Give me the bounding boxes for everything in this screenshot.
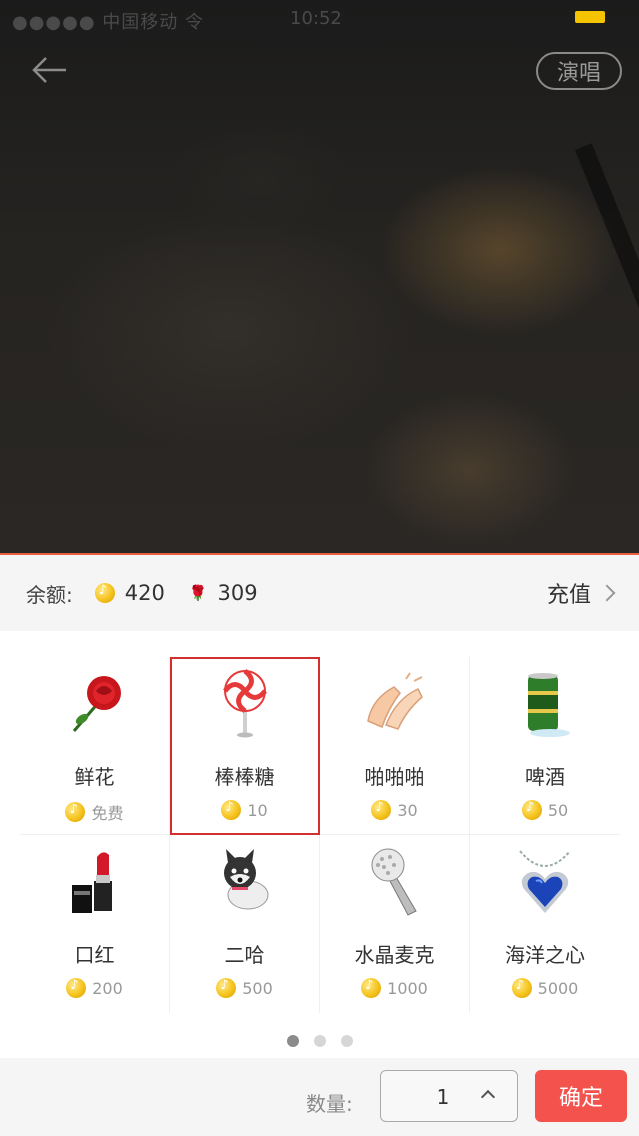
confirm-button[interactable]: 确定 bbox=[535, 1070, 627, 1122]
gift-name: 啪啪啪 bbox=[364, 765, 425, 789]
gift-item[interactable]: 水晶麦克 1000 bbox=[320, 835, 470, 1013]
gift-item[interactable]: 海洋之心 5000 bbox=[470, 835, 620, 1013]
gift-name: 棒棒糖 bbox=[214, 765, 275, 789]
gift-item[interactable]: 啤酒 50 bbox=[470, 657, 620, 835]
gift-price-value: 50 bbox=[547, 800, 569, 820]
page-dot[interactable] bbox=[313, 1035, 326, 1047]
action-bar: 数量: 1 确定 bbox=[0, 1058, 639, 1136]
lipstick-icon bbox=[60, 847, 130, 917]
quantity-stepper[interactable]: 1 bbox=[380, 1070, 518, 1122]
recharge-label: 充值 bbox=[546, 583, 591, 608]
gift-item[interactable]: 口红 200 bbox=[20, 835, 170, 1013]
gift-price-value: 5000 bbox=[537, 978, 579, 998]
coin-icon bbox=[511, 978, 532, 998]
flower-balance: 309 bbox=[217, 581, 258, 605]
photo-decoration bbox=[575, 143, 639, 540]
balance-label: 余额: bbox=[26, 582, 73, 607]
gift-name: 二哈 bbox=[224, 943, 265, 967]
gift-grid: 鲜花 免费 棒棒糖 10 bbox=[20, 657, 620, 1013]
gift-price: 免费 bbox=[65, 800, 124, 824]
gift-item[interactable]: 二哈 500 bbox=[170, 835, 320, 1013]
gift-name: 海洋之心 bbox=[505, 943, 585, 967]
quantity-label: 数量: bbox=[306, 1092, 353, 1116]
coin-icon bbox=[94, 583, 115, 603]
recharge-button[interactable]: 充值 bbox=[546, 577, 616, 609]
gift-price-value: 1000 bbox=[387, 978, 428, 998]
coin-icon bbox=[65, 802, 86, 822]
heart-necklace-icon bbox=[510, 847, 580, 917]
chevron-right-icon bbox=[598, 584, 616, 602]
gift-item[interactable]: 啪啪啪 30 bbox=[320, 657, 470, 835]
coin-icon bbox=[361, 978, 382, 998]
coin-icon bbox=[221, 800, 242, 820]
sing-button[interactable]: 演唱 bbox=[536, 52, 622, 90]
back-button[interactable] bbox=[28, 52, 72, 88]
gift-price: 30 bbox=[371, 800, 418, 820]
gift-price: 50 bbox=[521, 800, 569, 820]
husky-dog-icon bbox=[210, 847, 280, 917]
background-photo: ●●●●● 中国移动 令 10:52 演唱 bbox=[0, 0, 639, 553]
gift-price: 200 bbox=[66, 978, 123, 998]
balance-bar: 余额: 420 🌹 309 充值 bbox=[0, 555, 639, 631]
status-time: 10:52 bbox=[290, 8, 342, 29]
gift-name: 鲜花 bbox=[74, 765, 115, 789]
carrier-text: ●●●●● 中国移动 令 bbox=[12, 12, 204, 33]
page-indicator bbox=[0, 1035, 639, 1047]
beer-can-icon bbox=[510, 669, 580, 739]
gift-panel: 余额: 420 🌹 309 充值 鲜花 免费 bbox=[0, 553, 639, 1136]
gift-price-value: 30 bbox=[397, 800, 418, 820]
crystal-microphone-icon bbox=[360, 847, 430, 917]
gift-item-selected[interactable]: 棒棒糖 10 bbox=[170, 657, 320, 835]
gift-price: 5000 bbox=[511, 978, 579, 998]
gift-price: 10 bbox=[221, 800, 268, 820]
gift-price: 500 bbox=[216, 978, 273, 998]
battery-icon bbox=[575, 11, 605, 23]
gift-price-value: 免费 bbox=[91, 804, 124, 823]
gift-item[interactable]: 鲜花 免费 bbox=[20, 657, 170, 835]
lollipop-icon bbox=[210, 669, 280, 739]
gift-price-value: 10 bbox=[247, 800, 268, 820]
gift-name: 口红 bbox=[74, 943, 115, 967]
page-dot[interactable] bbox=[286, 1035, 299, 1047]
clapping-hands-icon bbox=[360, 669, 430, 739]
flower-icon: 🌹 bbox=[188, 584, 208, 602]
arrow-left-icon bbox=[32, 57, 66, 83]
rose-icon bbox=[60, 669, 130, 739]
gift-name: 水晶麦克 bbox=[354, 943, 435, 967]
coin-icon bbox=[521, 800, 542, 820]
coin-balance: 420 bbox=[124, 581, 165, 605]
status-bar: ●●●●● 中国移动 令 10:52 bbox=[0, 0, 639, 36]
coin-icon bbox=[371, 800, 392, 820]
coin-icon bbox=[216, 978, 237, 998]
gift-price: 1000 bbox=[361, 978, 428, 998]
gift-name: 啤酒 bbox=[525, 765, 565, 789]
gift-price-value: 200 bbox=[92, 978, 123, 998]
gift-price-value: 500 bbox=[242, 978, 273, 998]
page-dot[interactable] bbox=[340, 1035, 353, 1047]
coin-icon bbox=[66, 978, 87, 998]
